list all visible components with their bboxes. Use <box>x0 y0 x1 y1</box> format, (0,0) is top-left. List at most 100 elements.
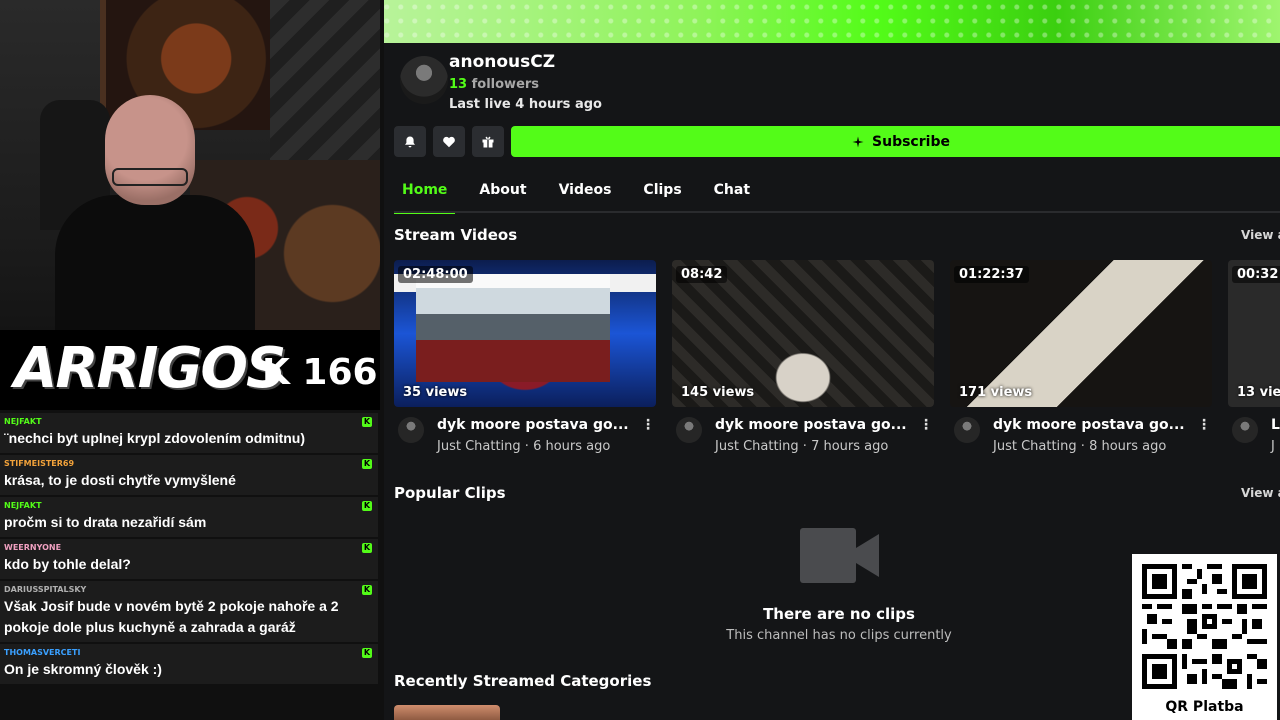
video-card[interactable]: 08:42 145 views dyk moore postava go... … <box>672 260 934 467</box>
video-meta: dyk moore postava go... Just Chatting · … <box>394 407 656 467</box>
video-subtitle: J <box>1271 439 1275 454</box>
video-subtitle: Just Chatting · 8 hours ago <box>993 439 1167 454</box>
video-channel-avatar[interactable] <box>954 417 980 443</box>
video-views: 13 view <box>1237 385 1280 400</box>
channel-tabs: Home About Videos Clips Chat <box>394 180 774 214</box>
video-category[interactable]: Just Chatting <box>993 439 1077 454</box>
streamer-logo: ARRIGOS <box>14 336 286 401</box>
chat-text: ¨nechci byt uplnej krypl zdovolením odmi… <box>4 430 306 446</box>
subscribe-button[interactable]: Subscribe <box>511 126 1280 157</box>
heart-icon <box>443 136 455 147</box>
tabs-divider <box>394 211 1280 213</box>
video-channel-avatar[interactable] <box>398 417 424 443</box>
channel-name: anonousCZ <box>449 52 556 72</box>
video-thumbnail[interactable]: 00:32 13 view <box>1228 260 1280 407</box>
popular-clips-title: Popular Clips <box>394 484 506 502</box>
more-options-icon[interactable]: ⋮ <box>919 417 933 433</box>
gift-button[interactable] <box>472 126 504 157</box>
qr-label: QR Platba <box>1165 699 1244 715</box>
video-subtitle: Just Chatting · 6 hours ago <box>437 439 611 454</box>
chat-message: NEJFAKT pročm si to drata nezařidí sám K <box>0 497 378 537</box>
video-thumbnail[interactable]: 02:48:00 35 views <box>394 260 656 407</box>
kick-icon: K <box>362 585 372 595</box>
tab-about[interactable]: About <box>471 180 534 212</box>
followers-label: followers <box>471 77 540 92</box>
video-duration: 01:22:37 <box>954 266 1029 283</box>
chat-text: Však Josif bude v novém bytě 2 pokoje na… <box>4 598 339 635</box>
follow-button[interactable] <box>433 126 465 157</box>
video-channel-avatar[interactable] <box>1232 417 1258 443</box>
thumbnail-screen <box>416 274 610 382</box>
video-card[interactable]: 01:22:37 171 views dyk moore postava go.… <box>950 260 1212 467</box>
chat-username: NEJFAKT <box>4 501 42 510</box>
chat-text: kdo by tohle delal? <box>4 556 131 572</box>
chat-username: STIFMEISTER69 <box>4 459 75 468</box>
kick-icon: K <box>362 459 372 469</box>
video-title[interactable]: dyk moore postava go... <box>437 417 632 433</box>
last-live-text: Last live 4 hours ago <box>449 97 602 112</box>
video-views: 171 views <box>959 385 1033 400</box>
video-category[interactable]: Just Chatting <box>715 439 799 454</box>
video-duration: 08:42 <box>676 266 728 283</box>
video-meta: dyk moore postava go... Just Chatting · … <box>950 407 1212 467</box>
sparkle-icon <box>852 136 864 147</box>
chat-text: krása, to je dosti chytře vymyšlené <box>4 472 236 488</box>
video-channel-avatar[interactable] <box>676 417 702 443</box>
channel-avatar[interactable] <box>400 56 448 104</box>
video-age: 6 hours ago <box>533 439 611 454</box>
video-category[interactable]: J <box>1271 439 1275 454</box>
video-views: 145 views <box>681 385 755 400</box>
chat-message: WEERNYONE kdo by tohle delal? K <box>0 539 378 579</box>
tab-clips[interactable]: Clips <box>635 180 689 212</box>
stream-overlay: ARRIGOS K 166 NEJFAKT ¨nechci byt uplnej… <box>0 0 384 720</box>
chat-message: STIFMEISTER69 krása, to je dosti chytře … <box>0 455 378 495</box>
kick-icon: K <box>362 417 372 427</box>
subscribe-label: Subscribe <box>872 133 950 150</box>
webcam-person-body <box>55 195 255 335</box>
video-duration: 00:32 <box>1232 266 1280 283</box>
video-title[interactable]: L <box>1271 417 1280 433</box>
tab-home[interactable]: Home <box>394 180 456 214</box>
kick-icon: K <box>362 501 372 511</box>
kick-icon: K <box>362 543 372 553</box>
chat-text: pročm si to drata nezařidí sám <box>4 514 207 530</box>
chat-username: DARIUSSPITALSKY <box>4 585 87 594</box>
channel-banner <box>384 0 1280 43</box>
screen: { "overlay": { "logo_text": "ARRIGOS", "… <box>0 0 1280 720</box>
video-thumbnail[interactable]: 01:22:37 171 views <box>950 260 1212 407</box>
popular-clips-view-all[interactable]: View al <box>1241 486 1280 500</box>
bell-icon <box>405 136 415 147</box>
video-age: 8 hours ago <box>1089 439 1167 454</box>
chat-message: DARIUSSPITALSKY Však Josif bude v novém … <box>0 581 378 642</box>
video-card[interactable]: 00:32 13 view L J <box>1228 260 1280 467</box>
kick-icon: K <box>362 648 372 658</box>
chat-overlay: NEJFAKT ¨nechci byt uplnej krypl zdovole… <box>0 413 378 686</box>
qr-payment-overlay: QR Platba <box>1132 554 1277 720</box>
chat-text: On je skromný člověk :) <box>4 661 162 677</box>
category-thumbnail[interactable] <box>394 705 500 720</box>
notification-button[interactable] <box>394 126 426 157</box>
video-category[interactable]: Just Chatting <box>437 439 521 454</box>
video-duration: 02:48:00 <box>398 266 473 283</box>
video-meta: dyk moore postava go... Just Chatting · … <box>672 407 934 467</box>
video-views: 35 views <box>403 385 468 400</box>
chat-message: NEJFAKT ¨nechci byt uplnej krypl zdovole… <box>0 413 378 453</box>
webcam-person-head <box>105 95 195 205</box>
stream-videos-title: Stream Videos <box>394 226 518 244</box>
stream-videos-view-all[interactable]: View al <box>1241 228 1280 242</box>
tab-chat[interactable]: Chat <box>706 180 758 212</box>
video-subtitle: Just Chatting · 7 hours ago <box>715 439 889 454</box>
more-options-icon[interactable]: ⋮ <box>641 417 655 433</box>
video-meta: L J <box>1228 407 1280 467</box>
video-title[interactable]: dyk moore postava go... <box>993 417 1188 433</box>
tab-videos[interactable]: Videos <box>551 180 620 212</box>
webcam-person-glasses <box>112 168 188 186</box>
gift-icon <box>482 136 494 147</box>
streamer-logo-suffix: K 166 <box>262 352 378 393</box>
video-age: 7 hours ago <box>811 439 889 454</box>
more-options-icon[interactable]: ⋮ <box>1197 417 1211 433</box>
chat-username: WEERNYONE <box>4 543 62 552</box>
video-title[interactable]: dyk moore postava go... <box>715 417 910 433</box>
video-thumbnail[interactable]: 08:42 145 views <box>672 260 934 407</box>
video-card[interactable]: 02:48:00 35 views dyk moore postava go..… <box>394 260 656 467</box>
